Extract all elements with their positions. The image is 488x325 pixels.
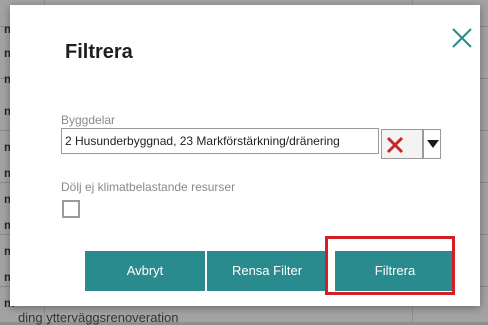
building-parts-select[interactable]: 2 Husunderbyggnad, 23 Markförstärkning/d… [61,128,379,154]
red-x-icon [386,136,404,154]
building-parts-label: Byggdelar [61,113,116,127]
hide-non-climate-label: Dölj ej klimatbelastande resurser [61,180,236,194]
caret-down-icon [427,140,439,148]
clear-selection-button[interactable] [381,129,423,159]
close-button[interactable] [449,25,475,51]
clear-filter-button[interactable]: Rensa Filter [207,251,327,291]
highlight-box [325,236,455,295]
hide-non-climate-checkbox[interactable] [62,200,80,218]
cancel-button[interactable]: Avbryt [85,251,205,291]
dropdown-toggle-button[interactable] [423,129,441,159]
filter-dialog: Filtrera Byggdelar 2 Husunderbyggnad, 23… [10,5,480,306]
building-parts-value: 2 Husunderbyggnad, 23 Markförstärkning/d… [65,134,340,148]
close-x-icon [452,28,472,48]
dialog-title: Filtrera [65,41,133,63]
background-row-text: ding ytterväggsrenoveration [18,310,179,325]
